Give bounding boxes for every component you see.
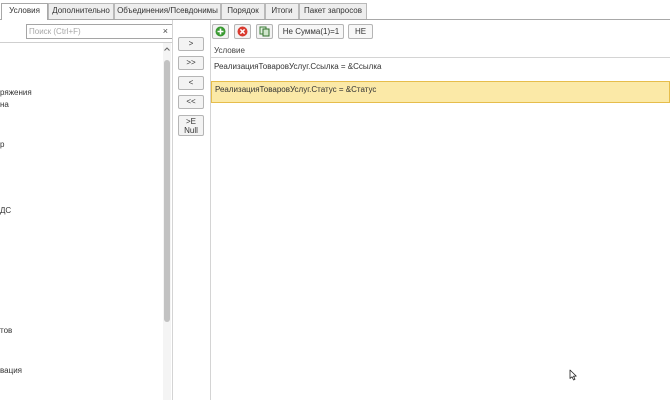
remove-all-button[interactable]: << — [178, 95, 204, 109]
add-all-button[interactable]: >> — [178, 56, 204, 70]
tree-item[interactable]: ДС — [0, 206, 11, 215]
divider — [210, 20, 211, 400]
scroll-up-arrow-icon[interactable] — [163, 45, 171, 53]
add-icon — [215, 26, 226, 37]
fields-tree: ряжения на р ДС тов вация — [0, 43, 162, 400]
divider — [172, 20, 173, 400]
tab-order[interactable]: Порядок — [221, 3, 265, 19]
null-button-line2: Null — [184, 126, 198, 135]
tree-item[interactable]: ряжения — [0, 88, 32, 97]
add-condition-button[interactable] — [212, 24, 229, 39]
tree-item[interactable]: на — [0, 100, 9, 109]
condition-text: РеализацияТоваровУслуг.Статус = &Статус — [215, 85, 377, 94]
copy-condition-button[interactable] — [256, 24, 273, 39]
delete-icon — [237, 26, 248, 37]
column-header-condition[interactable]: Условие — [214, 46, 245, 55]
search-input[interactable] — [29, 25, 157, 38]
condition-text: РеализацияТоваровУслуг.Ссылка = &Ссылка — [214, 62, 382, 71]
null-condition-button[interactable]: >E Null — [178, 115, 204, 136]
tab-additional[interactable]: Дополнительно — [48, 3, 114, 19]
conditions-header: Условие — [211, 44, 670, 58]
mouse-cursor-icon — [569, 369, 578, 383]
tree-item[interactable]: р — [0, 140, 4, 149]
not-button[interactable]: НЕ — [348, 24, 373, 39]
tab-conditions[interactable]: Условия — [1, 3, 48, 20]
add-field-button[interactable]: > — [178, 37, 204, 51]
search-field[interactable]: × — [26, 24, 173, 39]
tab-totals[interactable]: Итоги — [265, 3, 299, 19]
null-button-line1: >E — [185, 117, 196, 126]
copy-icon — [259, 26, 270, 37]
not-sum-button[interactable]: Не Сумма(1)=1 — [278, 24, 344, 39]
table-row-selected[interactable]: РеализацияТоваровУслуг.Статус = &Статус — [211, 81, 670, 103]
tab-bar: Условия Дополнительно Объединения/Псевдо… — [0, 0, 670, 20]
clear-icon[interactable]: × — [163, 26, 168, 37]
remove-field-button[interactable]: < — [178, 76, 204, 90]
scrollbar-thumb[interactable] — [164, 60, 170, 322]
delete-condition-button[interactable] — [234, 24, 251, 39]
tree-item[interactable]: тов — [0, 326, 12, 335]
tree-item[interactable]: вация — [0, 366, 22, 375]
table-row[interactable]: РеализацияТоваровУслуг.Ссылка = &Ссылка — [211, 60, 670, 73]
tab-query-batch[interactable]: Пакет запросов — [299, 3, 367, 19]
tab-unions-aliases[interactable]: Объединения/Псевдонимы — [114, 3, 221, 19]
